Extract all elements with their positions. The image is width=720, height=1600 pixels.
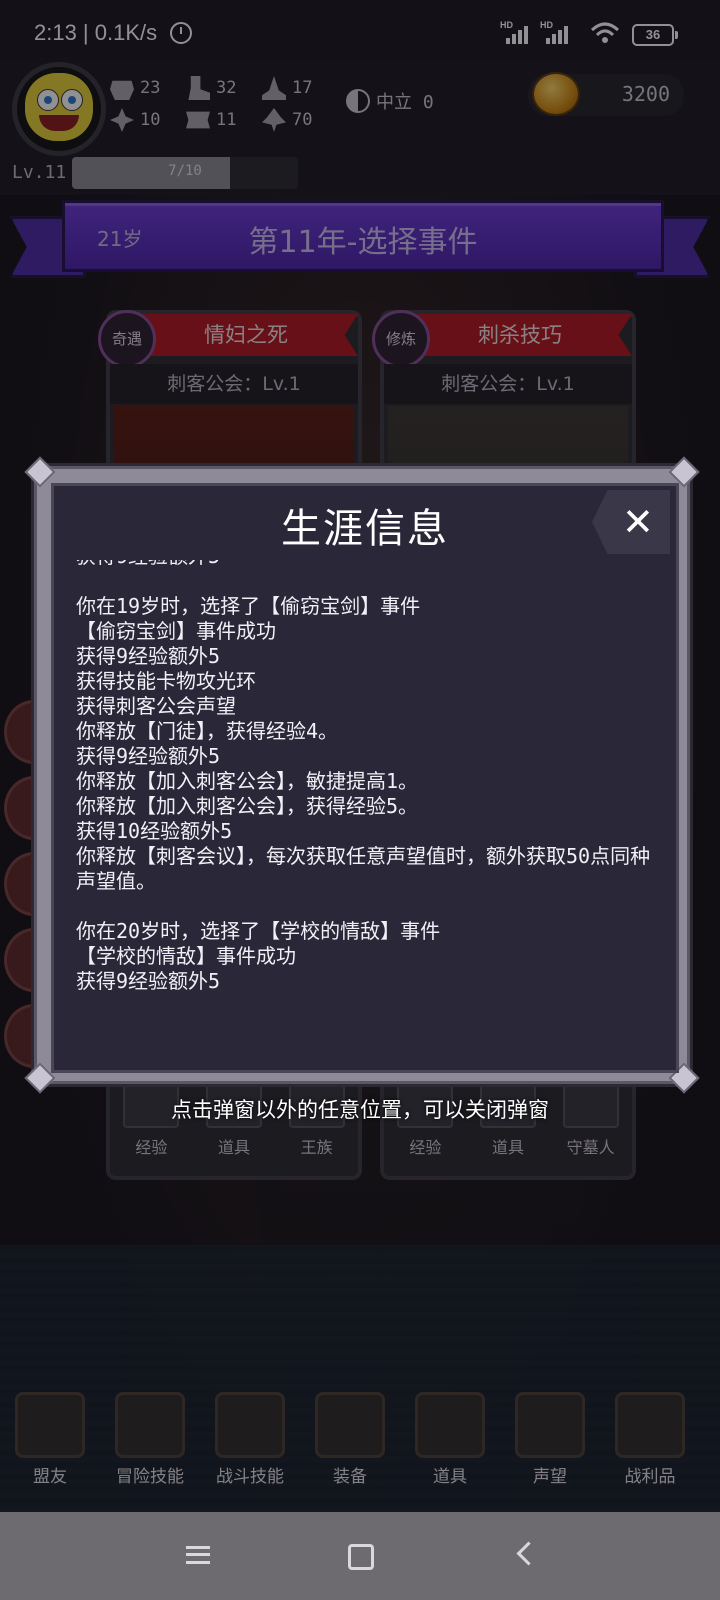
log-line: 获得9经验额外5	[76, 560, 666, 569]
log-line: 你释放【刺客会议】，每次获取任意声望值时，额外获取50点同种声望值。	[76, 844, 651, 893]
close-icon: ✕	[622, 500, 654, 544]
log-line: 获得10经验额外5	[76, 819, 233, 843]
close-hint: 点击弹窗以外的任意位置，可以关闭弹窗	[171, 1098, 549, 1122]
home-icon[interactable]	[348, 1544, 374, 1570]
back-icon[interactable]	[516, 1541, 541, 1566]
log-line: 获得刺客公会声望	[76, 694, 236, 718]
log-line: 你释放【加入刺客公会】，敏捷提高1。	[76, 769, 419, 793]
log-line: 你在19岁时，选择了【偷窃宝剑】事件	[76, 594, 421, 618]
log-line: 你释放【门徒】，获得经验4。	[76, 719, 339, 743]
log-line: 获得9经验额外5	[76, 969, 221, 993]
log-line: 获得9经验额外5	[76, 744, 221, 768]
log-line: 获得9经验额外5	[76, 644, 221, 668]
close-button[interactable]: ✕	[592, 490, 670, 554]
career-log[interactable]: 获得9经验额外5你在19岁时，选择了【偷窃宝剑】事件【偷窃宝剑】事件成功获得9经…	[54, 560, 676, 1038]
log-line: 【偷窃宝剑】事件成功	[76, 619, 276, 643]
career-info-modal: 生涯信息 ✕ 获得9经验额外5 你在19岁时，选择了【偷窃宝剑】事件【偷窃宝剑】事…	[24, 456, 700, 1094]
menu-icon[interactable]	[186, 1546, 210, 1564]
modal-title: 生涯信息	[281, 506, 449, 552]
log-line: 【学校的情敌】事件成功	[76, 944, 296, 968]
log-line: 你在20岁时，选择了【学校的情敌】事件	[76, 919, 441, 943]
log-line: 你释放【加入刺客公会】，获得经验5。	[76, 794, 419, 818]
log-line: 获得技能卡物攻光环	[76, 669, 256, 693]
career-log-content: 获得9经验额外5你在19岁时，选择了【偷窃宝剑】事件【偷窃宝剑】事件成功获得9经…	[76, 560, 666, 994]
system-nav-bar	[0, 1512, 720, 1600]
